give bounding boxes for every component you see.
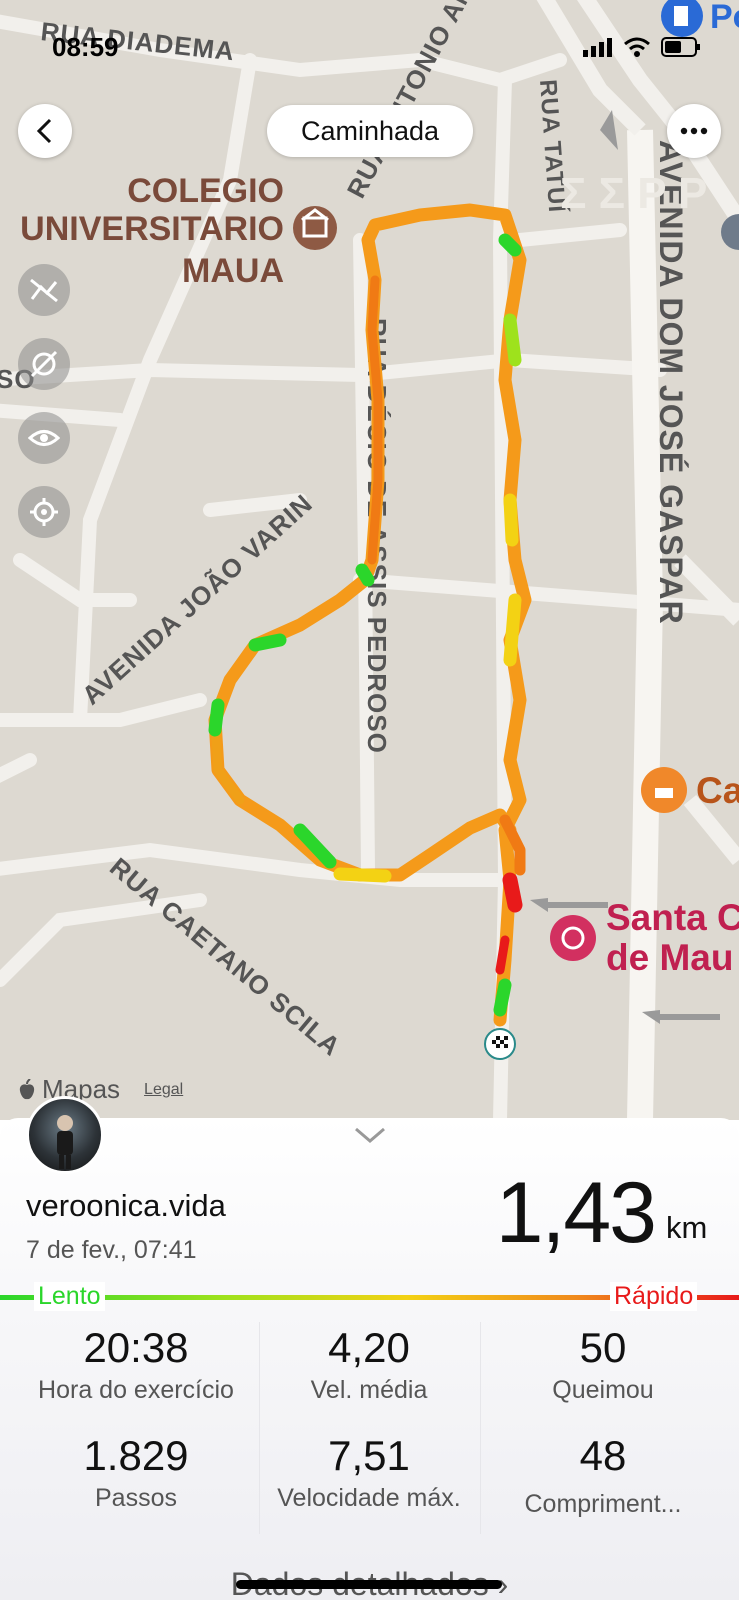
- college-label-line2: UNIVERSITARIO: [20, 210, 284, 248]
- status-bar: 08:59: [0, 32, 739, 62]
- activity-date: 7 de fev., 07:41: [26, 1236, 197, 1264]
- hospital-poi[interactable]: Santa C de Mau: [550, 897, 739, 978]
- cellular-signal-icon: [583, 38, 612, 57]
- distance-unit: km: [666, 1210, 708, 1245]
- hospital-label-line2: de Mau: [606, 937, 733, 978]
- collapse-chevron-icon[interactable]: [354, 1126, 386, 1144]
- more-icon: [680, 127, 708, 135]
- map-streets: RUA DIADEMA RUA ANTONIO ANDRADE RUA TATU…: [0, 0, 739, 1120]
- route-map[interactable]: RUA DIADEMA RUA ANTONIO ANDRADE RUA TATU…: [0, 0, 739, 1120]
- finish-flag-icon: [484, 1028, 516, 1060]
- stat-label: Compriment...: [524, 1490, 682, 1518]
- stat-label: Vel. média: [310, 1376, 428, 1404]
- wifi-icon: [624, 37, 650, 57]
- stat-label: Passos: [95, 1484, 177, 1512]
- speed-legend: Lento Rápido: [0, 1282, 739, 1312]
- stat-avg-speed: 4,20 Vel. média: [246, 1324, 492, 1405]
- stat-calories: 50 Queimou: [480, 1324, 726, 1405]
- college-label-line3: MAUA: [182, 252, 284, 290]
- stat-steps: 1.829 Passos: [13, 1432, 259, 1513]
- stat-value: 1.829: [83, 1432, 189, 1479]
- location-target-icon: [30, 498, 58, 526]
- distance-value: 1,43: [495, 1165, 657, 1261]
- back-button[interactable]: [18, 104, 72, 158]
- hide-speed-colors-button[interactable]: [18, 264, 70, 316]
- recenter-button[interactable]: [18, 486, 70, 538]
- stat-max-speed: 7,51 Velocidade máx.: [246, 1432, 492, 1513]
- battery-icon: [661, 37, 700, 57]
- legal-link[interactable]: Legal: [144, 1081, 183, 1099]
- stat-exercise-time: 20:38 Hora do exercício: [13, 1324, 259, 1405]
- fuel-icon: [674, 6, 688, 26]
- visibility-button[interactable]: [18, 412, 70, 464]
- stat-value: 4,20: [328, 1324, 410, 1371]
- stat-value: 20:38: [83, 1324, 189, 1371]
- street-label-caetano: RUA CAETANO SCILA: [104, 852, 347, 1062]
- stat-length: 48 Compriment...: [480, 1432, 726, 1519]
- avatar[interactable]: [26, 1096, 104, 1174]
- hide-markers-button[interactable]: [18, 338, 70, 390]
- speed-off-icon: [30, 278, 58, 303]
- stat-label: Hora do exercício: [38, 1376, 234, 1404]
- activity-type-pill[interactable]: Caminhada: [267, 105, 473, 157]
- chevron-left-icon: [36, 118, 52, 144]
- eye-icon: [28, 430, 60, 446]
- college-poi[interactable]: COLEGIO UNIVERSITARIO MAUA: [20, 172, 337, 290]
- gas-label: Po: [710, 0, 739, 36]
- apple-logo-icon: [19, 1078, 35, 1099]
- username: veroonica.vida: [26, 1188, 226, 1223]
- avatar-photo: [57, 1115, 73, 1169]
- map-attribution: Mapas Legal: [18, 1074, 183, 1105]
- stat-label: Velocidade máx.: [277, 1484, 461, 1512]
- speed-fast-label: Rápido: [610, 1282, 698, 1311]
- hospital-label-line1: Santa C: [606, 897, 739, 938]
- cake-icon: [655, 788, 673, 798]
- stat-value: 48: [579, 1432, 627, 1479]
- stat-value: 50: [579, 1324, 627, 1371]
- stat-label: Queimou: [552, 1376, 654, 1404]
- status-time: 08:59: [52, 32, 119, 62]
- stat-value: 7,51: [328, 1432, 410, 1479]
- more-options-button[interactable]: [667, 104, 721, 158]
- bakery-label: Ca: [696, 770, 739, 811]
- college-label-line1: COLEGIO: [127, 172, 284, 210]
- speed-slow-label: Lento: [34, 1282, 105, 1311]
- map-watermark: Σ Σ P P: [560, 169, 707, 218]
- home-indicator[interactable]: [236, 1580, 502, 1589]
- no-markers-icon: [30, 350, 58, 378]
